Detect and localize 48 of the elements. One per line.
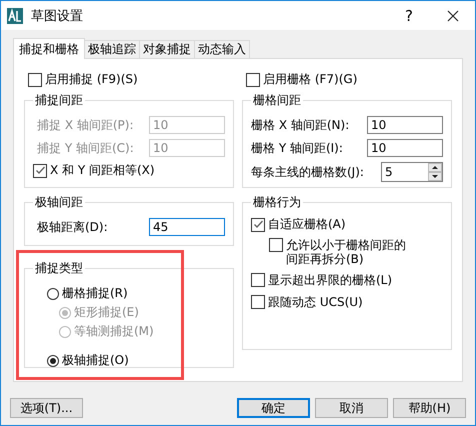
app-icon: [7, 8, 23, 24]
group-title: 捕捉间距: [34, 92, 84, 109]
checkbox[interactable]: [269, 238, 283, 252]
checkbox-label: 显示超出界限的栅格(L): [268, 272, 392, 289]
dialog-button[interactable]: 选项(T)...: [10, 398, 83, 418]
checkbox-label: 跟随动态 UCS(U): [268, 294, 363, 311]
checkbox[interactable]: [251, 218, 265, 232]
tab[interactable]: 动态输入: [194, 40, 250, 58]
field-label: 栅格 X 轴间距(N):: [251, 116, 350, 134]
checkbox-label: 启用捕捉 (F9)(S): [45, 71, 138, 88]
dialog-button[interactable]: 取消: [315, 398, 388, 418]
checkbox-label: 启用栅格 (F7)(G): [263, 71, 358, 88]
field-label: 栅格 Y 轴间距(I):: [251, 140, 343, 156]
field-label: 捕捉 X 轴间距(P):: [37, 116, 134, 134]
window-title: 草图设置: [31, 8, 83, 24]
checkbox[interactable]: [251, 295, 265, 310]
tab[interactable]: 对象捕捉: [139, 40, 195, 58]
checkbox-label: 自适应栅格(A): [268, 216, 346, 233]
group-title: 极轴间距: [34, 194, 84, 211]
field-label: 捕捉 Y 轴间距(C):: [37, 140, 134, 156]
checkbox[interactable]: [251, 273, 265, 288]
radio-label: 极轴捕捉(O): [62, 352, 129, 369]
spin-arrows-icon: [428, 163, 442, 181]
dialog-button[interactable]: 帮助(H): [393, 398, 466, 418]
tab[interactable]: 捕捉和栅格: [13, 38, 85, 59]
radio-button[interactable]: [47, 354, 59, 366]
checkbox[interactable]: [28, 72, 42, 86]
spinner-field[interactable]: 5: [381, 162, 443, 182]
radio-label: 等轴测捕捉(M): [74, 323, 154, 340]
radio-label: 矩形捕捉(E): [74, 304, 139, 321]
checkbox[interactable]: [33, 164, 47, 178]
radio-label: 栅格捕捉(R): [62, 285, 128, 302]
checkbox[interactable]: [246, 72, 260, 86]
close-icon: [447, 10, 459, 22]
tab[interactable]: 极轴追踪: [84, 40, 140, 58]
group-title: 栅格间距: [252, 92, 302, 109]
help-button[interactable]: ?: [387, 1, 431, 30]
radio-button[interactable]: [47, 288, 59, 300]
dialog-button[interactable]: 确定: [237, 398, 310, 418]
group-title: 栅格行为: [252, 194, 302, 211]
group-title: 捕捉类型: [34, 260, 84, 277]
input-field[interactable]: 45: [149, 218, 225, 236]
checkbox-label: 允许以小于栅格间距的间距再拆分(B): [286, 238, 407, 267]
input-field[interactable]: 10: [367, 116, 443, 134]
input-field[interactable]: 10: [367, 139, 443, 157]
field-label: 每条主线的栅格数(J):: [251, 164, 364, 180]
field-label: 极轴距离(D):: [37, 218, 108, 236]
checkbox-label: X 和 Y 间距相等(X): [50, 162, 155, 179]
